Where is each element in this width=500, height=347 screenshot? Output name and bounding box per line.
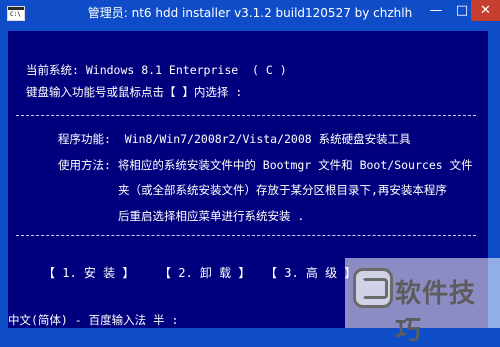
feature-line: 程序功能: Win8/Win7/2008r2/Vista/2008 系统硬盘安装…	[58, 132, 411, 146]
watermark-logo-icon	[353, 268, 393, 308]
minimize-button[interactable]: —	[423, 0, 449, 21]
menu-advanced-button[interactable]: 【 3. 高 级 】	[265, 264, 356, 281]
title-bar: C:\ 管理员: nt6 hdd installer v3.1.2 build1…	[0, 0, 500, 31]
separator	[16, 235, 476, 236]
menu-install-button[interactable]: 【 1. 安 装 】	[43, 264, 134, 281]
separator	[16, 115, 476, 116]
usage-line-3: 后重启选择相应菜单进行系统安装 .	[118, 209, 305, 223]
close-button[interactable]: ✕	[471, 0, 500, 21]
usage-line-2: 夹（或全部系统安装文件）存放于某分区根目录下,再安装本程序	[118, 183, 447, 197]
current-system-line: 当前系统: Windows 8.1 Enterprise ( C )	[26, 63, 287, 77]
usage-line-1: 使用方法: 将相应的系统安装文件中的 Bootmgr 文件和 Boot/Sour…	[58, 158, 473, 172]
watermark: 软件技巧	[345, 258, 500, 346]
menu-uninstall-button[interactable]: 【 2. 卸 载 】	[159, 264, 250, 281]
input-prompt: 键盘输入功能号或鼠标点击【 】内选择 :	[26, 85, 243, 99]
